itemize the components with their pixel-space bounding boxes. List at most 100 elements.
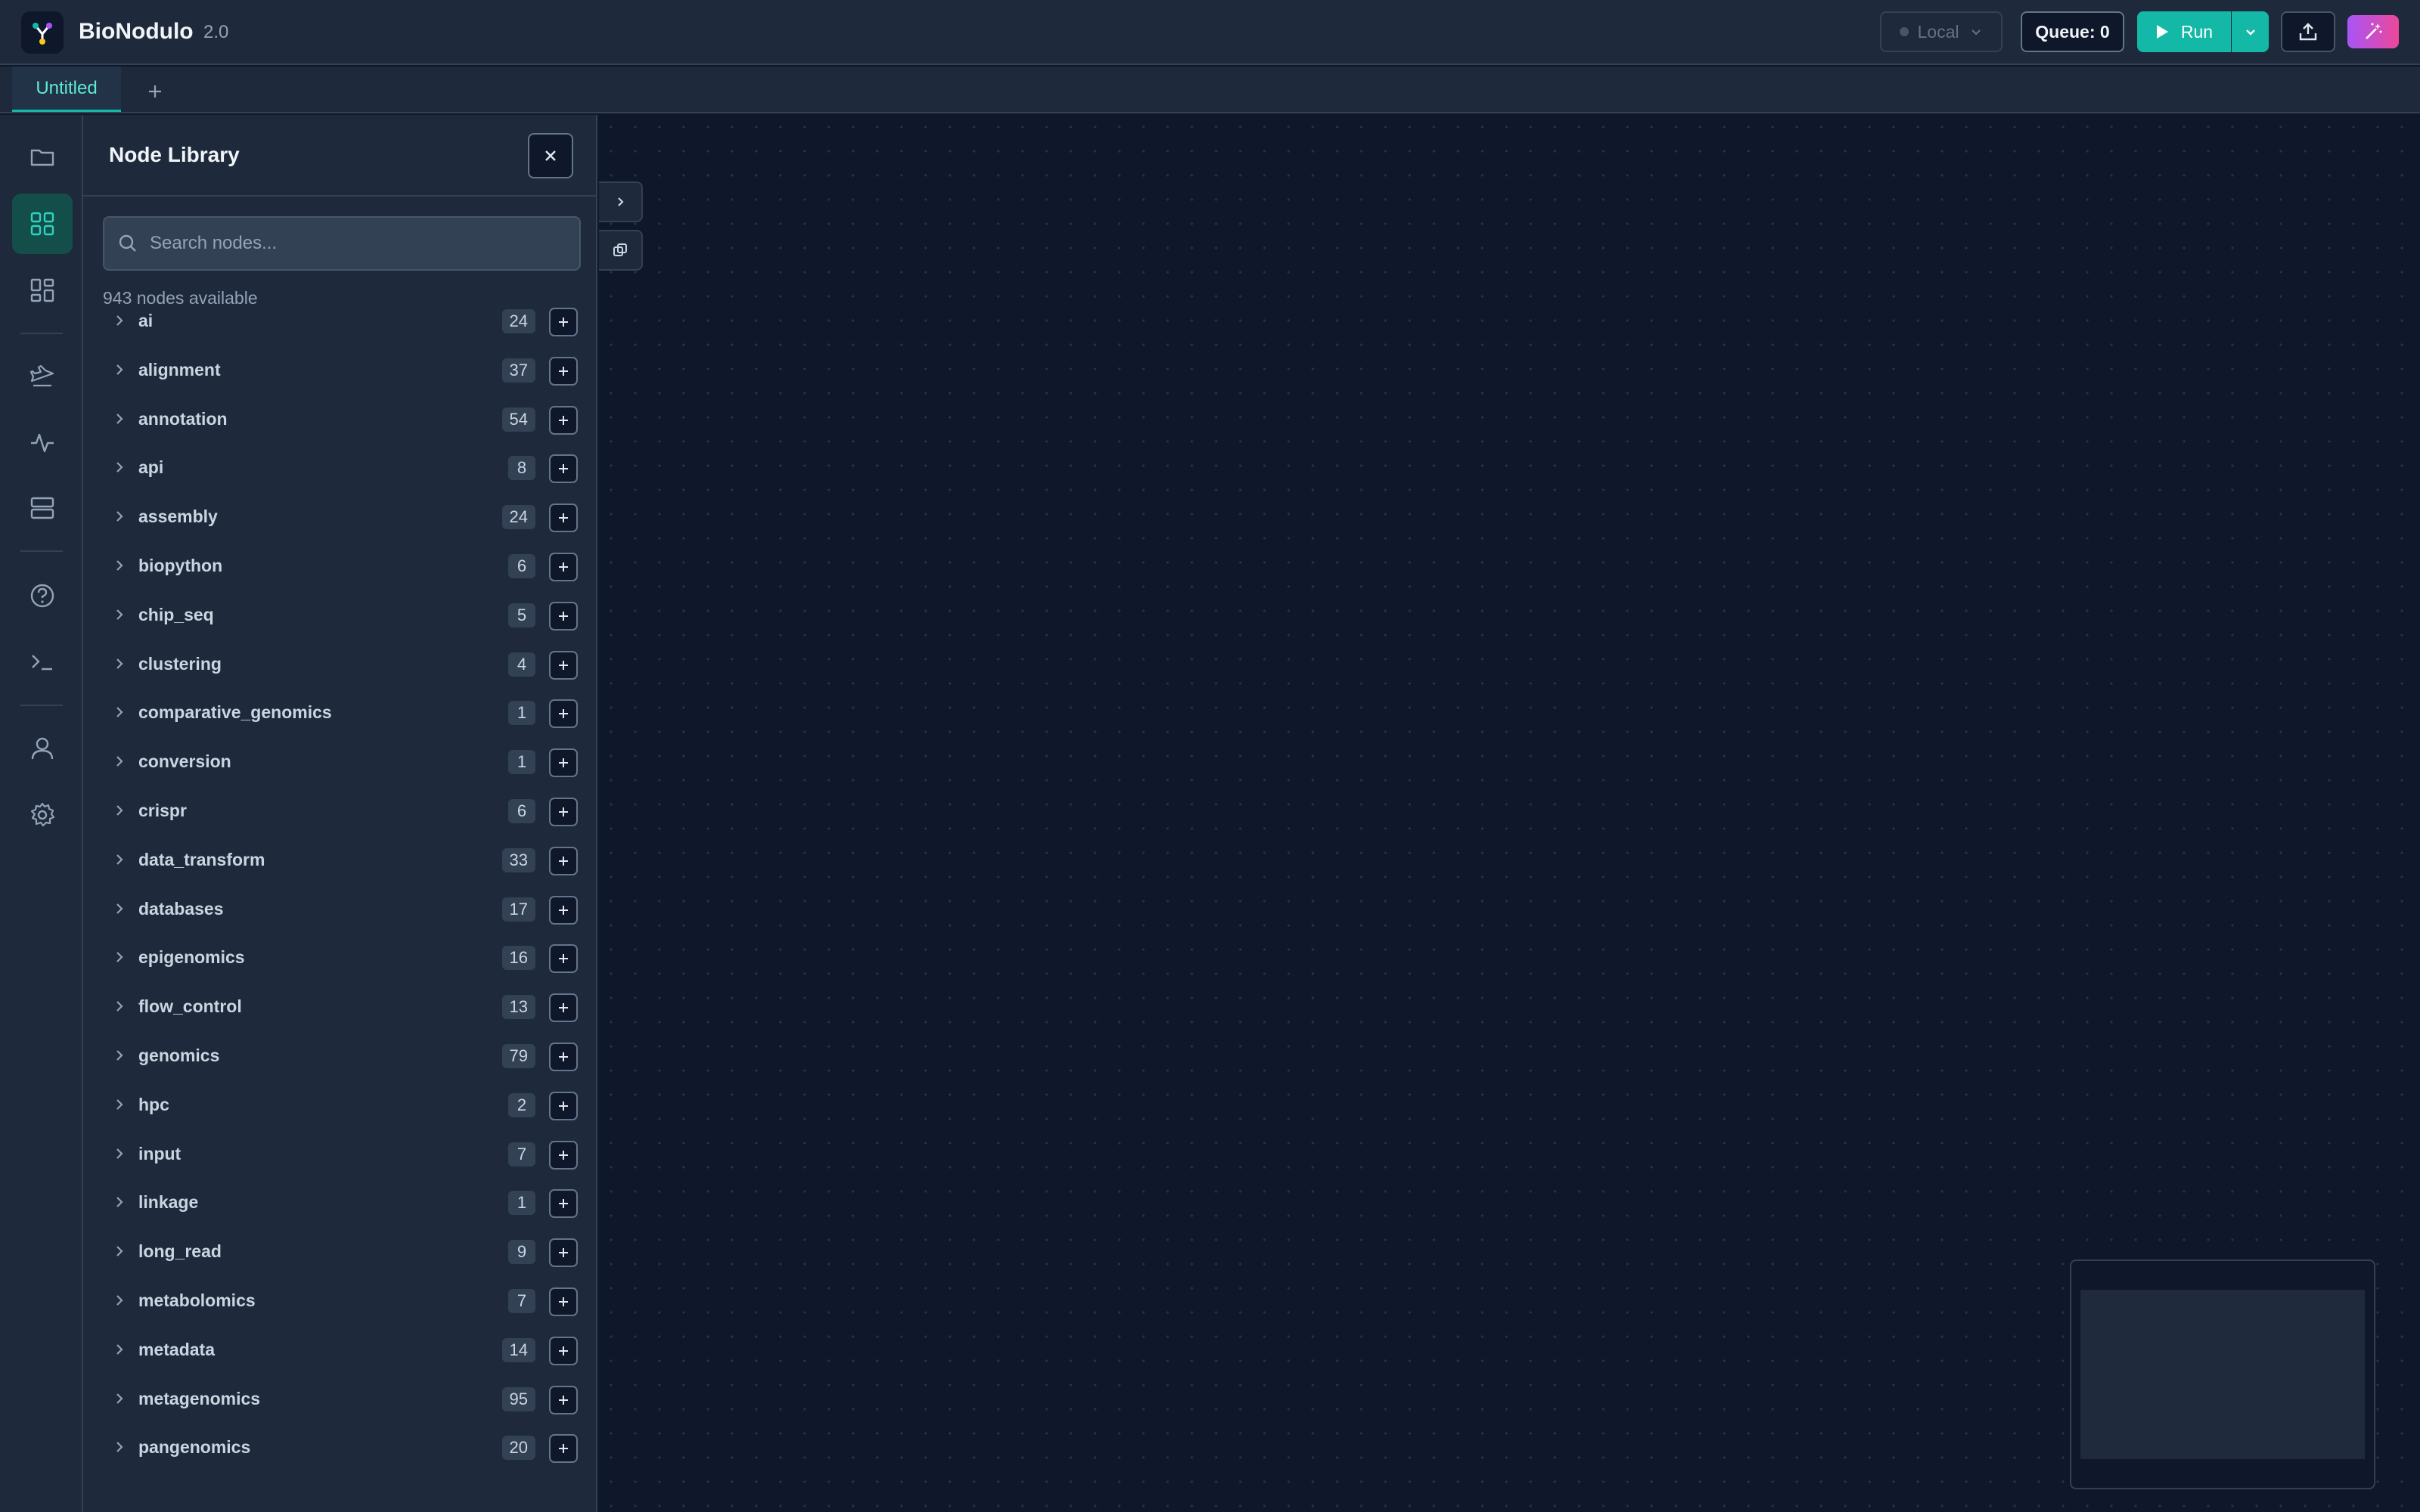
add-category-button[interactable] xyxy=(549,993,578,1022)
category-row-alignment[interactable]: alignment 37 xyxy=(83,345,596,394)
add-category-button[interactable] xyxy=(549,1337,578,1365)
plus-icon xyxy=(559,416,568,425)
category-count-badge: 1 xyxy=(508,1191,535,1215)
sidebar-item-help[interactable] xyxy=(12,565,73,626)
category-row-epigenomics[interactable]: epigenomics 16 xyxy=(83,933,596,981)
plus-icon xyxy=(559,1003,568,1012)
add-category-button[interactable] xyxy=(549,602,578,631)
search-input[interactable] xyxy=(150,233,558,254)
category-row-long-read[interactable]: long_read 9 xyxy=(83,1227,596,1275)
category-row-input[interactable]: input 7 xyxy=(83,1129,596,1178)
add-category-button[interactable] xyxy=(549,1238,578,1267)
chevron-right-icon xyxy=(116,1344,123,1355)
category-row-api[interactable]: api 8 xyxy=(83,443,596,491)
close-panel-button[interactable] xyxy=(528,133,573,178)
category-name: api xyxy=(138,457,164,477)
sidebar-item-settings[interactable] xyxy=(12,785,73,845)
chevron-right-icon xyxy=(116,1393,123,1404)
category-count-badge: 2 xyxy=(508,1093,535,1117)
category-row-conversion[interactable]: conversion 1 xyxy=(83,737,596,785)
sidebar-item-deploy[interactable] xyxy=(12,346,73,407)
category-row-chip-seq[interactable]: chip_seq 5 xyxy=(83,590,596,639)
add-category-button[interactable] xyxy=(549,1386,578,1414)
minimap[interactable] xyxy=(2070,1259,2375,1489)
user-icon xyxy=(31,737,54,760)
sidebar-item-servers[interactable] xyxy=(12,478,73,538)
category-row-crispr[interactable]: crispr 6 xyxy=(83,786,596,835)
expand-panel-button[interactable] xyxy=(599,181,643,222)
category-count-badge: 14 xyxy=(501,1338,535,1362)
ai-assistant-button[interactable] xyxy=(2347,15,2399,48)
category-row-assembly[interactable]: assembly 24 xyxy=(83,492,596,541)
chevron-down-icon xyxy=(1972,29,1981,36)
sidebar-divider xyxy=(20,333,63,334)
export-button[interactable] xyxy=(2281,11,2335,52)
sidebar-item-account[interactable] xyxy=(12,718,73,779)
run-button[interactable]: Run xyxy=(2137,11,2231,52)
category-name: metadata xyxy=(138,1340,215,1359)
environment-select[interactable]: Local xyxy=(1880,11,2003,52)
add-category-button[interactable] xyxy=(549,1434,578,1463)
add-category-button[interactable] xyxy=(549,1189,578,1218)
category-row-metagenomics[interactable]: metagenomics 95 xyxy=(83,1374,596,1423)
category-row-metabolomics[interactable]: metabolomics 7 xyxy=(83,1276,596,1325)
add-category-button[interactable] xyxy=(549,944,578,973)
add-category-button[interactable] xyxy=(549,847,578,875)
category-row-data-transform[interactable]: data_transform 33 xyxy=(83,835,596,884)
category-count-badge: 1 xyxy=(508,750,535,774)
category-row-databases[interactable]: databases 17 xyxy=(83,885,596,933)
category-name: alignment xyxy=(138,360,221,380)
category-name: pangenomics xyxy=(138,1437,251,1457)
run-label: Run xyxy=(2180,22,2214,42)
add-category-button[interactable] xyxy=(549,699,578,728)
add-category-button[interactable] xyxy=(549,651,578,680)
add-category-button[interactable] xyxy=(549,1043,578,1071)
category-row-ai[interactable]: ai 24 xyxy=(83,296,596,345)
add-category-button[interactable] xyxy=(549,308,578,336)
category-row-flow-control[interactable]: flow_control 13 xyxy=(83,982,596,1030)
sidebar-item-files[interactable] xyxy=(12,127,73,187)
close-icon xyxy=(545,150,556,161)
add-category-button[interactable] xyxy=(549,357,578,386)
add-category-button[interactable] xyxy=(549,406,578,435)
copy-icon xyxy=(613,243,627,256)
templates-icon xyxy=(30,278,54,302)
category-row-clustering[interactable]: clustering 4 xyxy=(83,640,596,688)
workflow-canvas[interactable] xyxy=(599,115,2420,1512)
category-row-annotation[interactable]: annotation 54 xyxy=(83,395,596,443)
category-name: hpc xyxy=(138,1095,169,1114)
plus-icon xyxy=(559,513,568,522)
minimap-viewport[interactable] xyxy=(2080,1290,2365,1459)
sidebar-item-monitor[interactable] xyxy=(12,413,73,473)
sidebar-item-templates[interactable] xyxy=(12,260,73,321)
plus-icon xyxy=(559,612,568,621)
add-category-button[interactable] xyxy=(549,1141,578,1170)
sidebar-item-terminal[interactable] xyxy=(12,632,73,692)
add-category-button[interactable] xyxy=(549,1092,578,1120)
add-category-button[interactable] xyxy=(549,748,578,777)
category-row-genomics[interactable]: genomics 79 xyxy=(83,1031,596,1080)
tab-untitled[interactable]: Untitled xyxy=(12,67,121,112)
add-category-button[interactable] xyxy=(549,1287,578,1316)
add-category-button[interactable] xyxy=(549,503,578,532)
category-row-biopython[interactable]: biopython 6 xyxy=(83,541,596,590)
add-category-button[interactable] xyxy=(549,896,578,925)
new-tab-button[interactable] xyxy=(142,79,168,104)
add-category-button[interactable] xyxy=(549,798,578,826)
category-count-badge: 6 xyxy=(508,554,535,578)
category-row-pangenomics[interactable]: pangenomics 20 xyxy=(83,1423,596,1471)
plus-icon xyxy=(559,906,568,915)
chevron-right-icon xyxy=(116,658,123,669)
category-row-comparative-genomics[interactable]: comparative_genomics 1 xyxy=(83,688,596,736)
plus-icon xyxy=(559,367,568,376)
run-options-button[interactable] xyxy=(2232,11,2269,52)
copy-button[interactable] xyxy=(599,230,643,271)
category-row-metadata[interactable]: metadata 14 xyxy=(83,1325,596,1374)
category-row-hpc[interactable]: hpc 2 xyxy=(83,1080,596,1129)
category-row-linkage[interactable]: linkage 1 xyxy=(83,1178,596,1226)
add-category-button[interactable] xyxy=(549,454,578,483)
queue-button[interactable]: Queue: 0 xyxy=(2021,11,2124,52)
sidebar-item-node-library[interactable] xyxy=(12,194,73,254)
category-count-badge: 7 xyxy=(508,1289,535,1313)
add-category-button[interactable] xyxy=(549,553,578,581)
